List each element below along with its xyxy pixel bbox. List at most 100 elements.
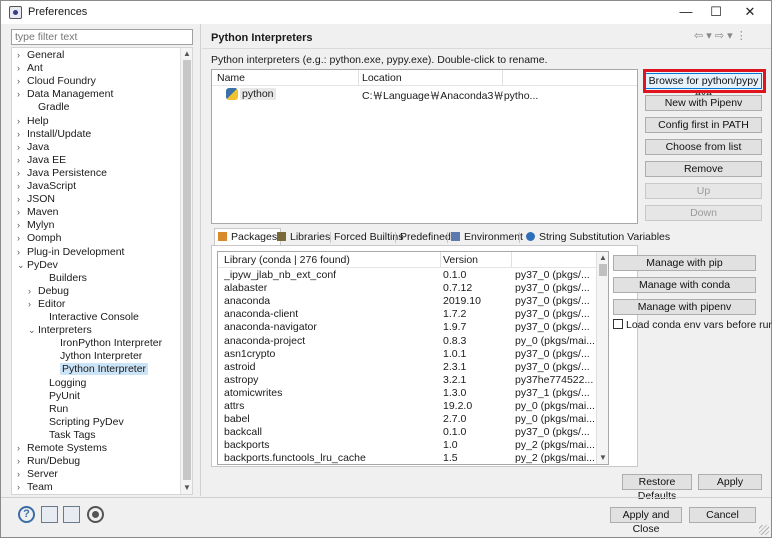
tab-string-substitution[interactable]: String Substitution Variables — [523, 230, 673, 245]
chevron-icon[interactable]: › — [17, 219, 27, 232]
new-with-pipenv-button[interactable]: New with Pipenv — [645, 95, 762, 111]
up-button[interactable]: Up — [645, 183, 762, 199]
table-row[interactable]: asn1crypto 1.0.1 py37_0 (pkgs/... — [218, 348, 596, 361]
resize-grip[interactable] — [759, 525, 769, 535]
load-conda-env-option[interactable]: Load conda env vars before run? — [613, 319, 772, 331]
tree-item[interactable]: Scripting PyDev — [39, 416, 124, 429]
config-first-in-path-button[interactable]: Config first in PATH — [645, 117, 762, 133]
export-preferences-icon[interactable] — [63, 506, 80, 523]
chevron-icon[interactable]: › — [17, 206, 27, 219]
chevron-icon[interactable]: › — [17, 62, 27, 75]
chevron-icon[interactable]: › — [17, 455, 27, 468]
tree-item[interactable]: › General — [17, 49, 64, 62]
tree-item[interactable]: PyUnit — [39, 390, 80, 403]
table-row[interactable]: anaconda 2019.10 py37_0 (pkgs/... — [218, 295, 596, 308]
filter-input[interactable] — [11, 29, 193, 45]
chevron-icon[interactable]: ⌄ — [28, 324, 38, 337]
chevron-icon[interactable]: › — [17, 115, 27, 128]
tree-item[interactable]: Python Interpreter — [50, 363, 149, 376]
chevron-icon[interactable]: › — [17, 88, 27, 101]
maximize-button[interactable]: ☐ — [699, 1, 733, 24]
tree-item[interactable]: › Java — [17, 141, 49, 154]
tree-item[interactable]: Task Tags — [39, 429, 96, 442]
scroll-thumb[interactable] — [599, 264, 607, 276]
column-library[interactable]: Library (conda | 276 found) — [224, 254, 350, 266]
column-version[interactable]: Version — [443, 254, 478, 266]
tree-item[interactable]: › Data Management — [17, 88, 113, 101]
table-row[interactable]: astropy 3.2.1 py37he774522... — [218, 374, 596, 387]
tree-item[interactable]: › Maven — [17, 206, 59, 219]
tree-item[interactable]: › Ant — [17, 62, 43, 75]
tab-environment[interactable]: Environment — [448, 230, 526, 245]
tree-item[interactable]: ⌄ PyDev — [17, 259, 58, 272]
tree-item[interactable]: › Mylyn — [17, 219, 54, 232]
chevron-icon[interactable]: › — [17, 442, 27, 455]
chevron-icon[interactable]: › — [17, 246, 27, 259]
manage-with-pip-button[interactable]: Manage with pip — [613, 255, 756, 271]
tree-item[interactable]: › JavaScript — [17, 180, 76, 193]
tree-item[interactable]: IronPython Interpreter — [50, 337, 162, 350]
tree-item[interactable]: › Team — [17, 481, 53, 494]
interpreters-table[interactable]: Name Location python C:￦Language￦Anacond… — [211, 69, 638, 224]
tree-item[interactable]: › JSON — [17, 193, 55, 206]
packages-table[interactable]: Library (conda | 276 found) Version ▲ ▼ … — [217, 251, 609, 465]
cancel-button[interactable]: Cancel — [689, 507, 756, 523]
tree-item[interactable]: Builders — [39, 272, 87, 285]
scroll-up-icon[interactable]: ▲ — [182, 49, 192, 59]
table-row[interactable]: anaconda-navigator 1.9.7 py37_0 (pkgs/... — [218, 321, 596, 334]
tree-item[interactable]: ⌄ Interpreters — [28, 324, 92, 337]
tree-item[interactable]: Jython Interpreter — [50, 350, 142, 363]
chevron-icon[interactable]: › — [17, 154, 27, 167]
manage-with-pipenv-button[interactable]: Manage with pipenv — [613, 299, 756, 315]
choose-from-list-button[interactable]: Choose from list — [645, 139, 762, 155]
chevron-icon[interactable]: › — [17, 141, 27, 154]
column-name[interactable]: Name — [217, 72, 245, 84]
tree-item[interactable]: › Help — [17, 115, 49, 128]
packages-scrollbar[interactable]: ▲ ▼ — [596, 252, 608, 464]
chevron-icon[interactable]: › — [28, 298, 38, 311]
chevron-icon[interactable]: › — [17, 193, 27, 206]
table-row[interactable]: backcall 0.1.0 py37_0 (pkgs/... — [218, 426, 596, 439]
tree-item[interactable]: Logging — [39, 377, 86, 390]
tree-item[interactable]: › Cloud Foundry — [17, 75, 96, 88]
apply-button[interactable]: Apply — [698, 474, 762, 490]
tab-libraries[interactable]: Libraries — [274, 230, 333, 245]
scroll-down-icon[interactable]: ▼ — [182, 483, 192, 493]
tree-scrollbar[interactable]: ▲ ▼ — [180, 48, 192, 494]
tab-packages[interactable]: Packages — [214, 228, 282, 245]
table-row[interactable]: anaconda-project 0.8.3 py_0 (pkgs/mai... — [218, 335, 596, 348]
close-button[interactable]: ✕ — [733, 1, 767, 24]
chevron-icon[interactable]: › — [17, 468, 27, 481]
chevron-icon[interactable]: › — [17, 232, 27, 245]
chevron-icon[interactable]: › — [17, 75, 27, 88]
restore-defaults-button[interactable]: Restore Defaults — [622, 474, 692, 502]
tree-item[interactable]: › Remote Systems — [17, 442, 107, 455]
history-nav-icons[interactable]: ⇦ ▾ ⇨ ▾ ⋮ — [694, 29, 747, 42]
remove-button[interactable]: Remove — [645, 161, 762, 177]
chevron-icon[interactable]: › — [17, 180, 27, 193]
chevron-icon[interactable]: › — [17, 49, 27, 62]
table-row[interactable]: attrs 19.2.0 py_0 (pkgs/mai... — [218, 400, 596, 413]
table-row[interactable]: atomicwrites 1.3.0 py37_1 (pkgs/... — [218, 387, 596, 400]
table-row[interactable]: alabaster 0.7.12 py37_0 (pkgs/... — [218, 282, 596, 295]
load-conda-env-checkbox[interactable] — [613, 319, 623, 329]
scroll-down-icon[interactable]: ▼ — [598, 453, 608, 463]
table-row[interactable]: babel 2.7.0 py_0 (pkgs/mai... — [218, 413, 596, 426]
pane-divider[interactable] — [200, 24, 201, 496]
table-row[interactable]: backports.functools_lru_cache 1.5 py_2 (pk… — [218, 452, 596, 464]
table-row[interactable]: _ipyw_jlab_nb_ext_conf 0.1.0 py37_0 (pkgs/… — [218, 269, 596, 282]
tree-item[interactable]: › Java Persistence — [17, 167, 107, 180]
down-button[interactable]: Down — [645, 205, 762, 221]
table-row[interactable]: backports 1.0 py_2 (pkgs/mai... — [218, 439, 596, 452]
scroll-up-icon[interactable]: ▲ — [598, 253, 608, 263]
tree-item[interactable]: › Editor — [28, 298, 65, 311]
import-preferences-icon[interactable] — [41, 506, 58, 523]
interpreter-row[interactable]: python C:￦Language￦Anaconda3￦pytho... — [212, 87, 637, 102]
tree-item[interactable]: › Server — [17, 468, 58, 481]
table-row[interactable]: astroid 2.3.1 py37_0 (pkgs/... — [218, 361, 596, 374]
column-location[interactable]: Location — [362, 72, 402, 84]
scroll-thumb[interactable] — [183, 60, 191, 480]
tree-item[interactable]: › Debug — [28, 285, 69, 298]
record-icon[interactable] — [87, 506, 104, 523]
tree-item[interactable]: Interactive Console — [39, 311, 139, 324]
